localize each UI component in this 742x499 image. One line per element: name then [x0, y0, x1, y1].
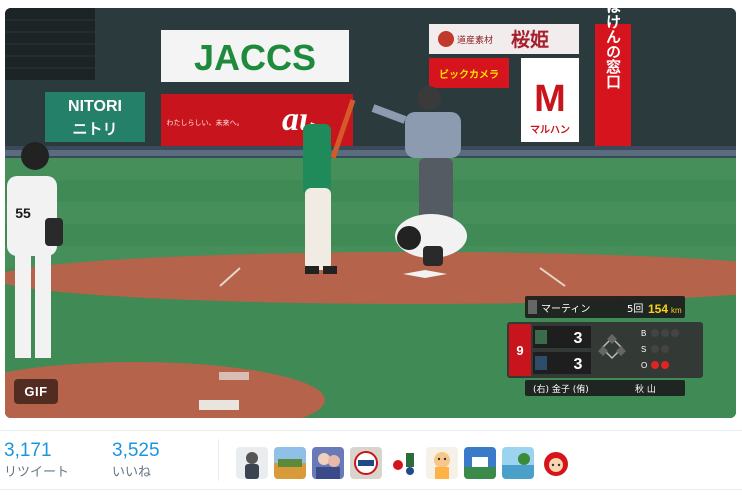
avatar-user-2[interactable]: [274, 447, 306, 479]
maruhan-mark: M: [534, 78, 566, 120]
team-top-logo: [535, 330, 547, 344]
batter-line-left: (右) 金子 (侑): [533, 383, 589, 395]
tweet-stats-bar: 3,171 リツイート 3,525 いいね: [0, 430, 742, 490]
nitori-text: NITORI: [68, 98, 122, 115]
out-indicator-2: [661, 361, 669, 369]
hoken-text: ほけんの窓口: [604, 8, 622, 89]
pitcher-name: マーティン: [541, 304, 590, 315]
retweets-stat[interactable]: 3,171 リツイート: [4, 440, 69, 481]
avatar-user-4[interactable]: [350, 447, 382, 479]
pitcher-number: 55: [15, 205, 31, 221]
likes-label: いいね: [112, 465, 152, 480]
pitch-unit: km: [671, 306, 682, 315]
maruhan-text: マルハン: [530, 125, 570, 136]
sakurahime-small-text: 道産素材: [457, 34, 493, 46]
jaccs-text: JACCS: [194, 37, 316, 78]
batter-line-right: 秋 山: [635, 383, 656, 395]
balls-label: B: [641, 329, 646, 338]
outs-label: O: [641, 361, 647, 370]
retweets-label: リツイート: [4, 465, 70, 480]
avatar-user-1[interactable]: [236, 447, 268, 479]
team-bottom-logo: [535, 356, 547, 370]
scoreboard-overlay: マーティン 5回 154 km 9 3 3 B S O (右) 金子 (侑) 秋…: [507, 296, 703, 396]
team-bottom-score: 3: [574, 356, 583, 373]
avatar-user-6[interactable]: [426, 447, 458, 479]
avatar-user-8[interactable]: [502, 447, 534, 479]
retweets-count: 3,171: [4, 440, 52, 461]
likes-count: 3,525: [112, 440, 160, 461]
inning-marker: 9: [516, 343, 523, 358]
team-top-score: 3: [574, 330, 583, 347]
likes-stat[interactable]: 3,525 いいね: [112, 440, 160, 481]
gif-badge: GIF: [14, 379, 58, 404]
sakurahime-text: 桜姫: [511, 28, 549, 51]
au-tagline: わたしらしい、未来へ。: [167, 118, 244, 127]
nitori-kana-text: ニトリ: [72, 120, 117, 138]
strikes-label: S: [641, 345, 646, 354]
pitch-speed: 154: [648, 302, 668, 316]
avatar-user-5[interactable]: [388, 447, 420, 479]
stats-divider: [218, 439, 219, 481]
inning-text: 5回: [627, 303, 643, 315]
out-indicator-1: [651, 361, 659, 369]
baseball-scene: JACCS NITORI ニトリ わたしらしい、未来へ。 au 道産素材 桜姫 …: [5, 8, 736, 418]
avatar-user-7[interactable]: [464, 447, 496, 479]
avatar-user-9[interactable]: [540, 447, 572, 479]
tweet-media-gif[interactable]: JACCS NITORI ニトリ わたしらしい、未来へ。 au 道産素材 桜姫 …: [5, 8, 736, 418]
biccamera-text: ビックカメラ: [439, 68, 499, 81]
avatar-user-3[interactable]: [312, 447, 344, 479]
